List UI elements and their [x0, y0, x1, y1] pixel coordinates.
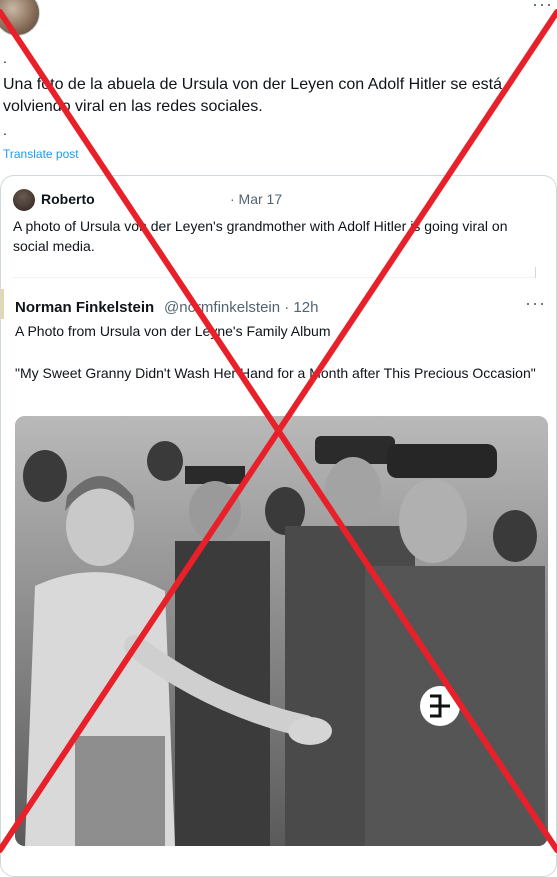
embedded-author-name: Norman Finkelstein	[15, 299, 155, 316]
divider-tick	[535, 267, 536, 278]
embedded-more-icon[interactable]: ···	[525, 293, 546, 314]
quoted-post-text: A photo of Ursula von der Leyen's grandm…	[13, 218, 508, 254]
embedded-post-quote: "My Sweet Granny Didn't Wash Her Hand fo…	[15, 365, 536, 381]
post-text: Una foto de la abuela de Ursula von der …	[3, 76, 502, 115]
author-avatar[interactable]	[0, 0, 40, 36]
photo-illustration	[15, 416, 548, 846]
quoted-author-avatar	[13, 189, 35, 211]
translate-post-link[interactable]: Translate post	[3, 147, 79, 161]
post-dot-bottom: .	[3, 122, 7, 138]
quoted-author-name: Roberto	[41, 191, 95, 207]
divider	[13, 277, 535, 278]
more-options-icon[interactable]: ···	[532, 0, 553, 15]
quoted-post-card[interactable]: Roberto · Mar 17 A photo of Ursula von d…	[0, 175, 557, 877]
quoted-post-date: · Mar 17	[230, 191, 283, 207]
embedded-author-handle: @normfinkelstein · 12h	[164, 299, 319, 316]
historical-photo[interactable]	[15, 416, 548, 846]
post-dot-top: .	[3, 50, 7, 66]
embedded-avatar-edge	[1, 289, 4, 319]
embedded-post-title: A Photo from Ursula von der Leyne's Fami…	[15, 323, 331, 339]
